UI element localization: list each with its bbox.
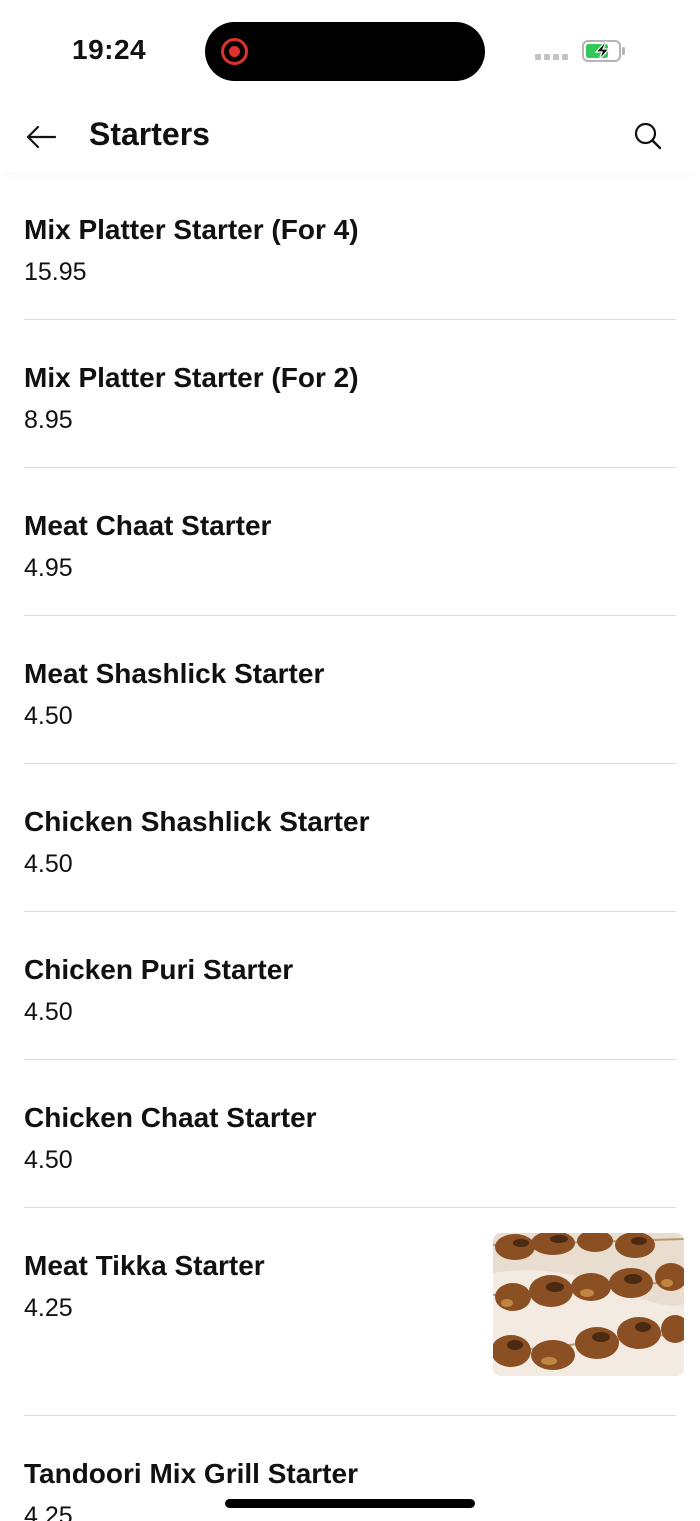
signal-icon <box>535 54 568 60</box>
home-indicator <box>225 1499 475 1508</box>
item-price: 4.50 <box>24 998 73 1026</box>
item-price: 4.95 <box>24 554 73 582</box>
page-title: Starters <box>89 116 210 152</box>
item-image[interactable] <box>493 1233 684 1376</box>
item-name: Mix Platter Starter (For 2) <box>24 362 359 393</box>
item-price: 4.25 <box>24 1294 73 1322</box>
item-price: 4.25 <box>24 1502 73 1521</box>
app-header: Starters <box>0 100 700 172</box>
menu-item[interactable]: Meat Tikka Starter 4.25 <box>24 1208 684 1416</box>
menu-item[interactable]: Mix Platter Starter (For 4) 15.95 <box>24 172 676 320</box>
item-name: Mix Platter Starter (For 4) <box>24 214 359 245</box>
item-price: 15.95 <box>24 258 87 286</box>
menu-item[interactable]: Mix Platter Starter (For 2) 8.95 <box>24 320 676 468</box>
menu-list: Mix Platter Starter (For 4) 15.95 Mix Pl… <box>0 172 700 1521</box>
item-name: Chicken Puri Starter <box>24 954 294 985</box>
meat-tikka-photo <box>493 1233 684 1376</box>
search-button[interactable] <box>628 116 668 156</box>
item-name: Chicken Shashlick Starter <box>24 806 370 837</box>
item-name: Tandoori Mix Grill Starter <box>24 1458 358 1489</box>
menu-item[interactable]: Meat Shashlick Starter 4.50 <box>24 616 676 764</box>
item-price: 4.50 <box>24 850 73 878</box>
item-name: Meat Tikka Starter <box>24 1250 265 1281</box>
item-price: 8.95 <box>24 406 73 434</box>
back-button[interactable] <box>22 118 60 156</box>
item-name: Meat Shashlick Starter <box>24 658 325 689</box>
arrow-left-icon <box>26 125 57 149</box>
status-bar: 19:24 <box>0 0 700 100</box>
item-name: Meat Chaat Starter <box>24 510 272 541</box>
item-name: Chicken Chaat Starter <box>24 1102 317 1133</box>
battery-charging-icon <box>582 40 625 62</box>
item-price: 4.50 <box>24 702 73 730</box>
status-time: 19:24 <box>72 34 147 65</box>
menu-item[interactable]: Chicken Shashlick Starter 4.50 <box>24 764 676 912</box>
screen-recording-icon <box>221 38 248 65</box>
dynamic-island <box>205 22 485 81</box>
menu-item[interactable]: Meat Chaat Starter 4.95 <box>24 468 676 616</box>
item-price: 4.50 <box>24 1146 73 1174</box>
menu-item[interactable]: Chicken Puri Starter 4.50 <box>24 912 676 1060</box>
search-icon <box>634 122 662 150</box>
menu-item[interactable]: Chicken Chaat Starter 4.50 <box>24 1060 676 1208</box>
